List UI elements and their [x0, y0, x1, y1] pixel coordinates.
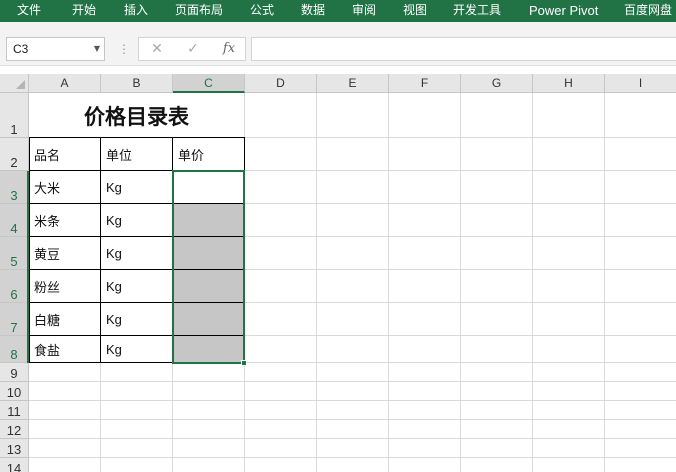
tab-developer[interactable]: 开发工具 [453, 0, 501, 22]
column-header-g[interactable]: G [461, 74, 533, 93]
table-border [29, 203, 245, 204]
column-header-h[interactable]: H [533, 74, 605, 93]
column-header-a[interactable]: A [29, 74, 101, 93]
table-border [29, 362, 245, 363]
table-border [29, 137, 30, 363]
table-border [29, 269, 245, 270]
enter-check-icon[interactable]: ✓ [181, 38, 205, 60]
formula-buttons: ✕ ✓ fx [138, 37, 246, 61]
tab-power-pivot[interactable]: Power Pivot [529, 0, 598, 22]
column-header-d[interactable]: D [245, 74, 317, 93]
ribbon-tab-bar: 文件 开始 插入 页面布局 公式 数据 审阅 视图 开发工具 Power Piv… [0, 0, 676, 22]
select-all-triangle-icon [16, 80, 25, 89]
formula-bar: C3 ▼ ⋮ ✕ ✓ fx [0, 34, 676, 66]
row-header-12[interactable]: 12 [0, 420, 29, 439]
gridline [29, 419, 676, 420]
table-border [29, 302, 245, 303]
table-border [29, 335, 245, 336]
row-header-13[interactable]: 13 [0, 439, 29, 458]
drag-handle-icon[interactable]: ⋮ [118, 42, 130, 56]
row-header-4[interactable]: 4 [0, 204, 29, 237]
row-header-10[interactable]: 10 [0, 382, 29, 401]
cell-item-unit[interactable]: Kg [102, 337, 172, 362]
gridline [29, 438, 676, 439]
gridline [316, 93, 317, 472]
table-border [244, 137, 245, 363]
cell-item-name[interactable]: 米条 [30, 205, 100, 236]
table-border [100, 137, 101, 363]
cell-item-price-shaded[interactable] [173, 270, 244, 303]
chevron-down-icon[interactable]: ▼ [94, 38, 100, 60]
tab-formulas[interactable]: 公式 [250, 0, 274, 22]
table-border [172, 137, 173, 363]
insert-function-icon[interactable]: fx [217, 38, 241, 60]
cell-item-name[interactable]: 粉丝 [30, 271, 100, 302]
cell-item-unit[interactable]: Kg [102, 304, 172, 335]
column-header-i[interactable]: I [605, 74, 676, 93]
cell-item-unit[interactable]: Kg [102, 205, 172, 236]
formula-input[interactable] [251, 37, 676, 61]
row-header-11[interactable]: 11 [0, 401, 29, 420]
row-header-3[interactable]: 3 [0, 171, 29, 204]
header-cell-unit[interactable]: 单位 [102, 139, 172, 170]
row-header-2[interactable]: 2 [0, 138, 29, 171]
gridline [460, 93, 461, 472]
cell-item-price-shaded[interactable] [173, 237, 244, 270]
tab-page-layout[interactable]: 页面布局 [175, 0, 223, 22]
cell-item-name[interactable]: 白糖 [30, 304, 100, 335]
tab-baidu-netdisk[interactable]: 百度网盘 [624, 0, 672, 22]
cell-item-name[interactable]: 黄豆 [30, 238, 100, 269]
table-border [29, 236, 245, 237]
cell-item-unit[interactable]: Kg [102, 271, 172, 302]
fill-handle[interactable] [241, 360, 247, 366]
column-header-e[interactable]: E [317, 74, 389, 93]
spreadsheet-grid[interactable]: A B C D E F G H I 1 2 3 4 5 6 7 8 9 10 1… [0, 74, 676, 472]
gridline [604, 93, 605, 472]
cancel-icon[interactable]: ✕ [145, 38, 169, 60]
cell-item-price-shaded[interactable] [173, 303, 244, 336]
row-header-6[interactable]: 6 [0, 270, 29, 303]
row-header-8[interactable]: 8 [0, 336, 29, 363]
table-title[interactable]: 价格目录表 [29, 93, 244, 138]
header-cell-name[interactable]: 品名 [30, 139, 100, 170]
tab-file[interactable]: 文件 [17, 0, 41, 22]
cell-item-name[interactable]: 食盐 [30, 337, 100, 362]
tab-insert[interactable]: 插入 [124, 0, 148, 22]
cell-item-price-active[interactable] [174, 172, 244, 203]
column-header-b[interactable]: B [101, 74, 173, 93]
gridline [29, 381, 676, 382]
select-all-button[interactable] [0, 74, 29, 93]
column-header-f[interactable]: F [389, 74, 461, 93]
tab-home[interactable]: 开始 [72, 0, 96, 22]
ribbon-collapsed-area [0, 22, 676, 34]
header-cell-price[interactable]: 单价 [174, 139, 244, 170]
gridline [29, 457, 676, 458]
row-header-1[interactable]: 1 [0, 93, 29, 138]
tab-review[interactable]: 审阅 [352, 0, 376, 22]
gridline [532, 93, 533, 472]
table-border [29, 137, 245, 138]
cell-item-price-shaded[interactable] [173, 336, 244, 363]
row-header-7[interactable]: 7 [0, 303, 29, 336]
row-header-14[interactable]: 14 [0, 458, 29, 472]
gridline [29, 400, 676, 401]
gridline [388, 93, 389, 472]
name-box[interactable]: C3 ▼ [6, 37, 105, 61]
table-border [29, 170, 245, 171]
tab-view[interactable]: 视图 [403, 0, 427, 22]
cell-item-price-shaded[interactable] [173, 204, 244, 237]
row-header-9[interactable]: 9 [0, 363, 29, 382]
cell-item-name[interactable]: 大米 [30, 172, 100, 203]
tab-data[interactable]: 数据 [301, 0, 325, 22]
row-header-5[interactable]: 5 [0, 237, 29, 270]
name-box-value: C3 [13, 42, 29, 56]
column-header-c[interactable]: C [173, 74, 245, 93]
cell-item-unit[interactable]: Kg [102, 172, 172, 203]
cell-item-unit[interactable]: Kg [102, 238, 172, 269]
